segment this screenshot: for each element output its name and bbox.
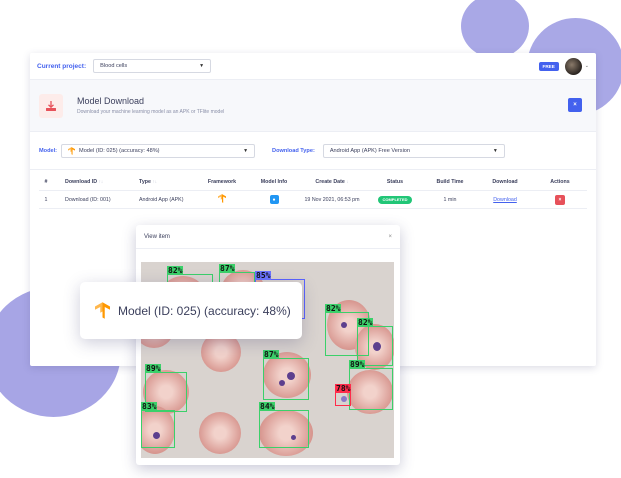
callout-text: Model (ID: 025) (accuracy: 48%)	[118, 303, 291, 318]
project-select[interactable]: Blood cells ▼	[93, 59, 212, 73]
column-header: Download	[492, 178, 518, 185]
top-bar: Current project: Blood cells ▼ FREE ⌄	[30, 53, 596, 80]
column-header-download-id[interactable]: Download ID ↑↓	[53, 179, 139, 185]
column-header-create-date[interactable]: Create Date ↓	[297, 179, 367, 185]
column-header-type[interactable]: Type ↑↓	[139, 179, 193, 185]
downloads-table: # Download ID ↑↓ Type ↑↓ Framework Model…	[39, 173, 587, 209]
column-header: Status	[386, 178, 404, 185]
column-header: #	[44, 178, 48, 185]
build-time: 1 min	[443, 196, 457, 203]
column-header: Actions	[550, 178, 570, 185]
status-cell: COMPLETED	[367, 195, 423, 204]
project-select-value: Blood cells	[100, 63, 128, 69]
page-title: Model Download	[77, 96, 145, 106]
model-label: Model:	[39, 147, 58, 154]
detection-box: 78%	[335, 384, 352, 406]
blood-cell	[199, 412, 241, 454]
model-info-cell: ●	[251, 195, 297, 204]
modal-title: View item	[144, 233, 170, 240]
filter-bar: Model: Model (ID: 025) (accuracy: 48%) ▼…	[30, 132, 596, 170]
detection-box: 84%	[259, 402, 309, 448]
download-type: Android App (APK)	[139, 196, 184, 203]
actions-cell: ×	[533, 194, 587, 205]
info-icon[interactable]: ●	[269, 195, 279, 204]
avatar[interactable]	[564, 57, 582, 75]
page-subtitle: Download your machine learning model as …	[77, 109, 225, 115]
model-select[interactable]: Model (ID: 025) (accuracy: 48%) ▼	[61, 143, 256, 158]
download-cell: Download	[477, 197, 533, 203]
row-number: 1	[44, 196, 48, 203]
delete-button[interactable]: ×	[555, 194, 565, 205]
decorative-blob	[461, 0, 529, 58]
download-type-value: Android App (APK) Free Version	[329, 147, 411, 154]
chevron-down-icon: ▼	[243, 147, 249, 154]
page-header: Model Download Download your machine lea…	[30, 80, 596, 132]
download-type-select[interactable]: Android App (APK) Free Version ▼	[322, 143, 505, 158]
tensorflow-icon	[218, 194, 226, 203]
tensorflow-icon	[95, 302, 110, 319]
download-type-label: Download Type:	[272, 147, 315, 154]
column-header: Build Time	[436, 178, 464, 185]
detection-box: 87%	[263, 350, 309, 400]
detection-box: 83%	[141, 402, 175, 448]
tensorflow-icon	[68, 146, 76, 155]
column-header: Framework	[207, 178, 237, 185]
download-id: Download (ID: 001)	[65, 196, 111, 203]
chevron-down-icon: ▼	[199, 63, 205, 69]
model-callout: Model (ID: 025) (accuracy: 48%)	[80, 282, 302, 339]
chevron-down-icon[interactable]: ⌄	[585, 63, 589, 69]
create-date: 19 Nov 2021, 06:53 pm	[304, 196, 360, 203]
close-button[interactable]: ×	[568, 98, 582, 112]
sort-icon: ↓	[346, 178, 349, 184]
chevron-down-icon: ▼	[492, 147, 498, 154]
table-row: 1 Download (ID: 001) Android App (APK) ●…	[39, 191, 587, 209]
view-item-modal: View item × 82% 87% 85% 82% 82% 87% 89% …	[136, 225, 400, 465]
detection-box: 89%	[349, 360, 393, 410]
plan-badge[interactable]: FREE	[538, 61, 559, 71]
model-select-value: Model (ID: 025) (accuracy: 48%)	[79, 147, 160, 154]
status-badge: COMPLETED	[378, 195, 412, 204]
column-header: Model Info	[260, 178, 288, 185]
sort-icon: ↑↓	[152, 178, 158, 184]
framework-cell	[193, 194, 251, 205]
current-project-label: Current project:	[37, 62, 87, 70]
table-header-row: # Download ID ↑↓ Type ↑↓ Framework Model…	[39, 173, 587, 191]
download-icon	[39, 93, 63, 118]
download-link[interactable]: Download	[493, 197, 517, 203]
sort-icon: ↑↓	[98, 178, 104, 184]
modal-header: View item ×	[136, 225, 400, 249]
close-icon[interactable]: ×	[388, 234, 392, 240]
